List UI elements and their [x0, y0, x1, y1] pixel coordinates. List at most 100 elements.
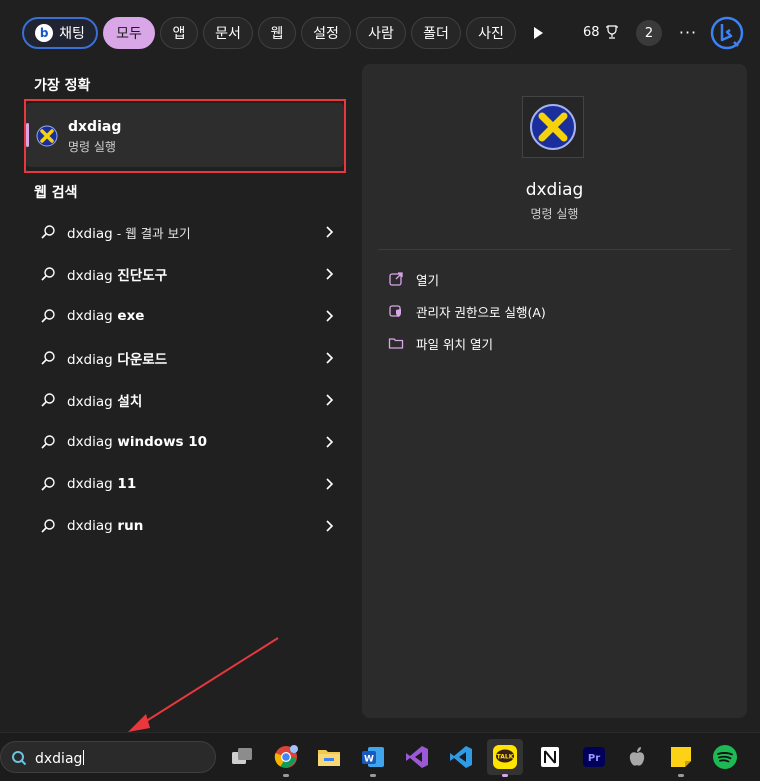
- chevron-right-icon: [326, 352, 334, 364]
- detail-pane: dxdiag 명령 실행 열기 관리자 권한으로 실행(A) 파일 위치 열기: [362, 64, 747, 718]
- notion-icon[interactable]: [536, 743, 564, 771]
- kakaotalk-icon[interactable]: TALK: [487, 739, 523, 777]
- best-match-title: dxdiag: [68, 119, 122, 135]
- search-icon: [41, 351, 55, 365]
- chip-folders-label: 폴더: [423, 26, 449, 42]
- trophy-icon: [605, 25, 618, 39]
- chip-all-label: 모두: [116, 26, 142, 42]
- best-match-heading: 가장 정확: [34, 78, 91, 94]
- web-result-item[interactable]: dxdiag 11: [26, 463, 344, 505]
- web-result-item[interactable]: dxdiag windows 10: [26, 421, 344, 463]
- word-icon[interactable]: W: [359, 743, 387, 777]
- taskbar-search-box[interactable]: dxdiag: [0, 741, 216, 773]
- chip-all[interactable]: 모두: [103, 17, 155, 49]
- web-result-text: dxdiag 진단도구: [67, 268, 168, 284]
- chip-web[interactable]: 웹: [258, 17, 296, 49]
- chip-documents-label: 문서: [215, 26, 241, 42]
- taskbar: dxdiag W TALK Pr: [0, 732, 760, 781]
- detail-divider: [378, 249, 731, 250]
- open-icon: [389, 272, 403, 286]
- chip-web-label: 웹: [270, 26, 284, 42]
- web-result-text: dxdiag 11: [67, 476, 137, 492]
- play-icon[interactable]: [528, 23, 548, 43]
- svg-text:W: W: [364, 755, 374, 765]
- selection-accent: [26, 123, 29, 147]
- chrome-icon[interactable]: [272, 743, 300, 777]
- detail-title: dxdiag: [525, 180, 584, 200]
- web-result-item[interactable]: dxdiag exe: [26, 295, 344, 337]
- file-explorer-icon[interactable]: [315, 743, 343, 771]
- chip-apps-label: 앱: [172, 26, 186, 42]
- chip-chat[interactable]: b 채팅: [22, 17, 98, 49]
- apple-icon[interactable]: [623, 743, 651, 771]
- chevron-right-icon: [326, 520, 334, 532]
- search-icon: [41, 225, 55, 239]
- rewards-points[interactable]: 68: [583, 24, 620, 40]
- more-options-icon[interactable]: ···: [676, 18, 700, 46]
- web-result-item[interactable]: dxdiag run: [26, 505, 344, 547]
- web-result-item[interactable]: dxdiag 설치: [26, 379, 344, 421]
- web-result-item[interactable]: dxdiag - 웹 결과 보기: [26, 211, 344, 253]
- chip-documents[interactable]: 문서: [203, 17, 253, 49]
- chip-people-label: 사람: [368, 26, 394, 42]
- shield-icon: [389, 305, 401, 317]
- notification-badge[interactable]: 2: [636, 20, 662, 46]
- chevron-right-icon: [326, 478, 334, 490]
- svg-text:TALK: TALK: [497, 754, 514, 761]
- chevron-right-icon: [326, 226, 334, 238]
- search-icon: [41, 519, 55, 533]
- vscode-icon[interactable]: [447, 743, 475, 771]
- chip-photos-label: 사진: [478, 26, 504, 42]
- spotify-icon[interactable]: [711, 743, 739, 771]
- search-icon: [41, 435, 55, 449]
- filter-bar: b 채팅 모두 앱 문서 웹 설정 사람 폴더 사진 68 2 ···: [0, 0, 760, 64]
- web-result-text: dxdiag 설치: [67, 394, 143, 410]
- web-result-text: dxdiag - 웹 결과 보기: [67, 225, 191, 242]
- detail-app-icon-frame: [522, 96, 584, 158]
- action-open-label: 열기: [416, 272, 440, 288]
- sticky-notes-icon[interactable]: [667, 743, 695, 777]
- active-indicator: [502, 774, 508, 777]
- search-icon: [41, 309, 55, 323]
- web-result-item[interactable]: dxdiag 진단도구: [26, 253, 344, 295]
- chip-settings-label: 설정: [313, 26, 339, 42]
- chevron-right-icon: [326, 268, 334, 280]
- web-search-heading: 웹 검색: [34, 185, 78, 201]
- chevron-right-icon: [326, 310, 334, 322]
- chip-settings[interactable]: 설정: [301, 17, 351, 49]
- running-indicator: [370, 774, 376, 777]
- search-icon: [12, 751, 27, 766]
- more-options-label: ···: [678, 22, 698, 42]
- chip-photos[interactable]: 사진: [466, 17, 516, 49]
- running-indicator: [678, 774, 684, 777]
- web-result-item[interactable]: dxdiag 다운로드: [26, 337, 344, 379]
- action-open-file-location[interactable]: 파일 위치 열기: [388, 331, 493, 355]
- chip-apps[interactable]: 앱: [160, 17, 198, 49]
- bing-chat-icon: b: [35, 24, 54, 42]
- svg-text:Pr: Pr: [588, 753, 600, 764]
- best-match-item[interactable]: dxdiag 명령 실행: [26, 103, 344, 167]
- detail-subtitle: 명령 실행: [530, 207, 579, 221]
- search-icon: [41, 477, 55, 491]
- premiere-pro-icon[interactable]: Pr: [580, 743, 608, 771]
- chevron-right-icon: [326, 436, 334, 448]
- folder-icon: [388, 338, 404, 349]
- search-input[interactable]: dxdiag: [35, 750, 85, 767]
- points-value: 68: [583, 24, 600, 40]
- action-run-as-admin[interactable]: 관리자 권한으로 실행(A): [388, 299, 546, 323]
- web-result-text: dxdiag exe: [67, 308, 145, 324]
- running-indicator: [283, 774, 289, 777]
- dxdiag-app-icon: [36, 125, 58, 147]
- notification-count: 2: [644, 25, 654, 41]
- action-run-as-admin-label: 관리자 권한으로 실행(A): [416, 304, 546, 320]
- chip-folders[interactable]: 폴더: [411, 17, 461, 49]
- dxdiag-large-icon: [530, 104, 576, 150]
- chevron-right-icon: [326, 394, 334, 406]
- bing-logo-icon[interactable]: [710, 16, 744, 50]
- web-result-text: dxdiag windows 10: [67, 434, 208, 450]
- visual-studio-icon[interactable]: [403, 743, 431, 771]
- web-search-list: dxdiag - 웹 결과 보기 dxdiag 진단도구 dxdiag exe …: [26, 211, 344, 547]
- chip-people[interactable]: 사람: [356, 17, 406, 49]
- task-view-icon[interactable]: [228, 743, 256, 771]
- action-open[interactable]: 열기: [388, 267, 439, 291]
